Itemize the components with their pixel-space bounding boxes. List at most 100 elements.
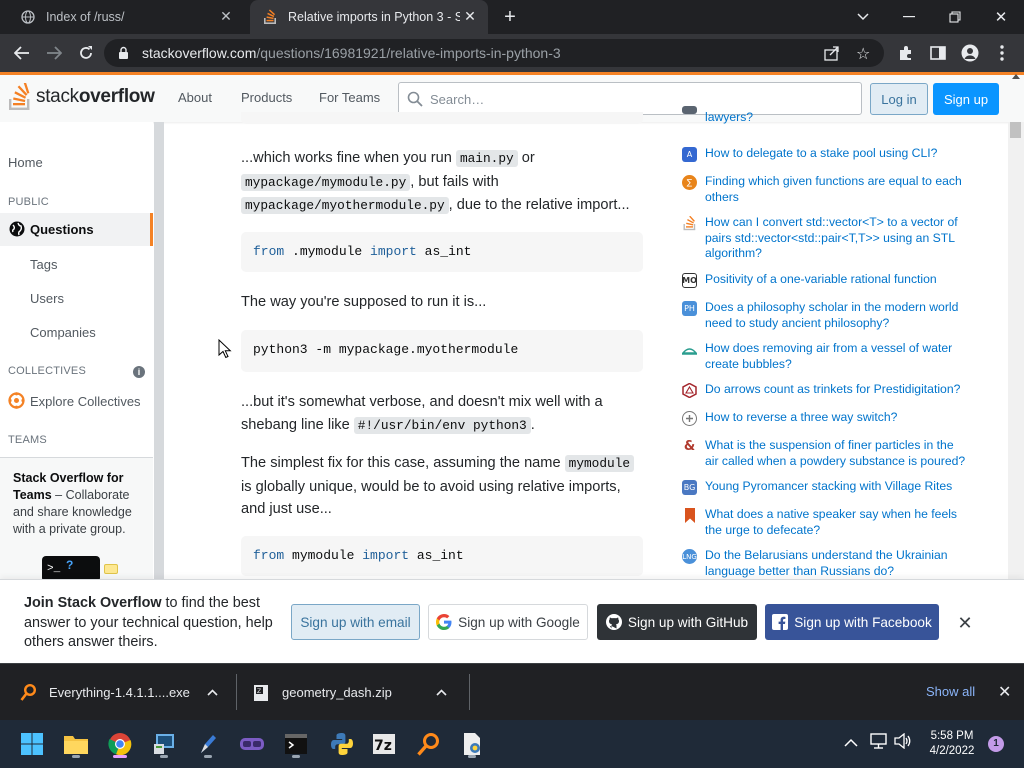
sidebar-header-teams: TEAMS (8, 434, 47, 446)
hot-question-title[interactable]: How to delegate to a stake pool using CL… (705, 146, 967, 162)
show-all-downloads-link[interactable]: Show all (926, 684, 975, 699)
sidebar-item-explore-collectives[interactable]: Explore Collectives (30, 394, 141, 409)
hot-question-item[interactable]: MO Positivity of a one-variable rational… (680, 272, 970, 290)
nav-for-teams[interactable]: For Teams (319, 90, 380, 105)
signup-facebook-button[interactable]: Sign up with Facebook (765, 604, 939, 640)
site-logo[interactable]: stackoverflow (8, 83, 155, 111)
address-bar[interactable]: stackoverflow.com/questions/16981921/rel… (104, 39, 884, 67)
vr-headset-icon[interactable] (236, 728, 268, 760)
hot-question-item[interactable]: & What is the suspension of finer partic… (680, 438, 970, 470)
info-icon[interactable]: i (133, 366, 145, 378)
sidebar-item-tags[interactable]: Tags (30, 257, 57, 272)
close-banner-icon[interactable]: ✕ (955, 613, 975, 633)
terminal-icon[interactable] (280, 728, 312, 760)
windows-start-icon[interactable] (16, 728, 48, 760)
active-indicator (113, 755, 127, 758)
hot-question-title[interactable]: Positivity of a one-variable rational fu… (705, 272, 967, 288)
sidebar-item-questions[interactable]: Questions (0, 213, 153, 246)
signup-email-button[interactable]: Sign up with email (291, 604, 420, 640)
back-icon[interactable] (10, 41, 34, 65)
hot-question-title[interactable]: How can I convert std::vector<T> to a ve… (705, 215, 967, 262)
hot-question-title[interactable]: What is the suspension of finer particle… (705, 438, 967, 469)
sidebar-divider (154, 122, 164, 580)
sidepanel-icon[interactable] (926, 41, 950, 65)
download-item[interactable]: Z geometry_dash.zip (252, 664, 462, 721)
restore-icon[interactable] (932, 0, 978, 34)
browser-tab-active[interactable]: Relative imports in Python 3 - Stack Ove… (250, 0, 488, 34)
network-icon[interactable] (870, 733, 888, 754)
hot-question-item[interactable]: How can I convert std::vector<T> to a ve… (680, 215, 970, 263)
hot-question-item[interactable]: How to reverse a three way switch? (680, 410, 970, 428)
close-window-icon[interactable]: ✕ (978, 0, 1024, 34)
download-filename: Everything-1.4.1.1....exe (49, 685, 190, 700)
notification-badge[interactable]: 1 (988, 736, 1004, 752)
philosophy-icon: PH (682, 301, 697, 316)
chevron-up-icon[interactable] (436, 689, 447, 696)
signup-google-button[interactable]: Sign up with Google (428, 604, 588, 640)
nav-about[interactable]: About (178, 90, 212, 105)
nav-products[interactable]: Products (241, 90, 292, 105)
hot-question-item[interactable]: ∑ Finding which given functions are equa… (680, 174, 970, 206)
code-block: from .mymodule import as_int (241, 232, 643, 272)
lock-icon[interactable] (118, 46, 129, 65)
profile-icon[interactable] (958, 41, 982, 65)
close-downloads-icon[interactable]: ✕ (998, 682, 1011, 702)
facebook-icon (772, 614, 789, 630)
python-file-icon[interactable] (456, 728, 488, 760)
hot-question-title[interactable]: Young Pyromancer stacking with Village R… (705, 479, 967, 495)
text-run: or (517, 150, 535, 166)
browser-tab-bar: Index of /russ/ ✕ Relative imports in Py… (0, 0, 1024, 34)
scrollbar-thumb[interactable] (1010, 122, 1021, 138)
share-icon[interactable] (824, 45, 840, 66)
new-tab-icon[interactable]: + (500, 6, 520, 28)
python-icon[interactable] (326, 728, 358, 760)
hot-question-item[interactable]: Do arrows count as trinkets for Prestidi… (680, 382, 970, 400)
tab-search-icon[interactable] (840, 0, 886, 34)
forward-icon[interactable] (42, 41, 66, 65)
hot-question-title[interactable]: Finding which given functions are equal … (705, 174, 967, 205)
browser-tab[interactable]: Index of /russ/ ✕ (8, 0, 244, 34)
hot-question-title[interactable]: Do arrows count as trinkets for Prestidi… (705, 382, 967, 398)
hot-question-item[interactable]: PH Does a philosophy scholar in the mode… (680, 300, 970, 332)
sidebar-item-users[interactable]: Users (30, 291, 64, 306)
minimize-icon[interactable] (886, 0, 932, 34)
pen-app-icon[interactable] (192, 728, 224, 760)
sidebar-item-label: Questions (30, 222, 94, 237)
hot-question-title[interactable]: What does a native speaker say when he f… (705, 507, 967, 538)
hot-question-item[interactable]: LNG Do the Belarusians understand the Uk… (680, 548, 970, 580)
hot-question-item[interactable]: How does removing air from a vessel of w… (680, 341, 970, 373)
sidebar-item-home[interactable]: Home (8, 155, 43, 170)
tray-overflow-chevron-icon[interactable] (844, 734, 858, 752)
close-tab-icon[interactable]: ✕ (462, 8, 478, 24)
clock-time: 5:58 PM (930, 730, 974, 742)
signup-github-button[interactable]: Sign up with GitHub (597, 604, 757, 640)
browser-menu-icon[interactable] (990, 41, 1014, 65)
close-tab-icon[interactable]: ✕ (218, 8, 234, 24)
hot-question-item[interactable]: lawyers? (680, 106, 970, 126)
taskbar-clock[interactable]: 5:58 PM 4/2/2022 (922, 729, 982, 759)
hot-question-title[interactable]: Do the Belarusians understand the Ukrain… (705, 548, 967, 579)
hot-question-item[interactable]: BG Young Pyromancer stacking with Villag… (680, 479, 970, 497)
google-icon (436, 614, 452, 630)
chrome-icon[interactable] (104, 728, 136, 760)
hot-question-item[interactable]: What does a native speaker say when he f… (680, 507, 970, 539)
chevron-up-icon[interactable] (207, 689, 218, 696)
control-panel-icon[interactable] (148, 728, 180, 760)
sidebar-item-companies[interactable]: Companies (30, 325, 96, 340)
hot-question-title[interactable]: How to reverse a three way switch? (705, 410, 967, 426)
hot-question-title[interactable]: lawyers? (705, 110, 967, 126)
hot-question-item[interactable]: A How to delegate to a stake pool using … (680, 146, 970, 166)
everything-search-taskbar-icon[interactable] (412, 728, 444, 760)
code-text: .mymodule (284, 244, 371, 259)
file-explorer-icon[interactable] (60, 728, 92, 760)
download-item[interactable]: Everything-1.4.1.1....exe (20, 664, 230, 721)
hot-question-title[interactable]: Does a philosophy scholar in the modern … (705, 300, 967, 331)
bookmark-star-icon[interactable]: ☆ (856, 44, 870, 64)
signup-facebook-label: Sign up with Facebook (794, 614, 932, 630)
extensions-icon[interactable] (894, 41, 918, 65)
7zip-icon[interactable]: 7z (368, 728, 400, 760)
scroll-up-arrow-icon[interactable] (1012, 74, 1020, 79)
volume-icon[interactable] (894, 732, 912, 754)
hot-question-title[interactable]: How does removing air from a vessel of w… (705, 341, 967, 372)
reload-icon[interactable] (74, 41, 98, 65)
